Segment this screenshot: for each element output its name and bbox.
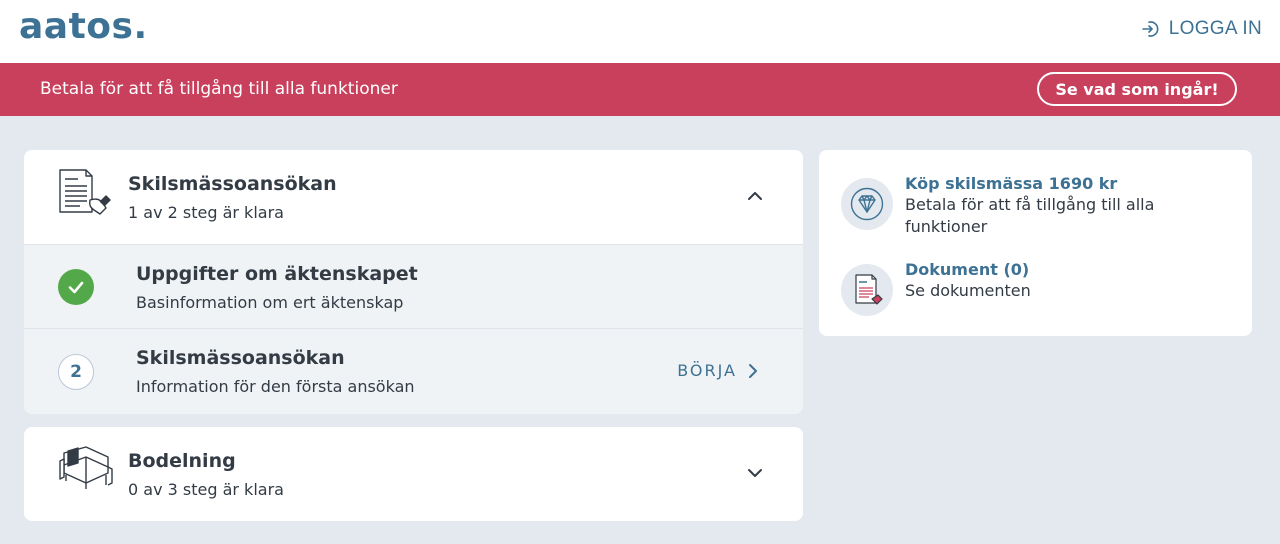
see-what-included-button[interactable]: Se vad som ingår! bbox=[1037, 72, 1237, 106]
login-button[interactable]: LOGGA IN bbox=[1141, 16, 1262, 42]
section-title: Bodelning bbox=[128, 450, 236, 472]
logo[interactable]: aatos. bbox=[19, 6, 148, 47]
section-header[interactable]: Bodelning 0 av 3 steg är klara bbox=[24, 427, 803, 521]
sidebar-item-subtitle: Se dokumenten bbox=[905, 281, 1031, 300]
login-icon bbox=[1141, 21, 1159, 37]
section-progress: 0 av 3 steg är klara bbox=[128, 480, 284, 499]
step-subtitle: Information för den första ansökan bbox=[136, 377, 415, 396]
sidebar-card: Köp skilsmässa 1690 kr Betala för att få… bbox=[819, 150, 1252, 336]
start-label: BÖRJA bbox=[677, 361, 737, 380]
chevron-down-icon[interactable] bbox=[747, 465, 763, 481]
sidebar-item-subtitle: Betala för att få tillgång till alla fun… bbox=[905, 195, 1155, 236]
chevron-up-icon[interactable] bbox=[747, 188, 763, 204]
top-bar: aatos. LOGGA IN bbox=[0, 0, 1280, 63]
sidebar-item-title: Dokument (0) bbox=[905, 260, 1030, 279]
section-header[interactable]: Skilsmässoansökan 1 av 2 steg är klara bbox=[24, 150, 803, 244]
sidebar-item-title: Köp skilsmässa 1690 kr bbox=[905, 174, 1118, 193]
document-hand-icon bbox=[59, 169, 111, 215]
step-row-divorce-application[interactable]: 2 Skilsmässoansökan Information för den … bbox=[24, 328, 803, 414]
step-title: Skilsmässoansökan bbox=[136, 347, 345, 369]
login-label: LOGGA IN bbox=[1168, 18, 1262, 39]
section-title: Skilsmässoansökan bbox=[128, 173, 337, 195]
check-icon bbox=[58, 269, 94, 305]
section-progress: 1 av 2 steg är klara bbox=[128, 203, 284, 222]
sofa-icon bbox=[59, 446, 113, 489]
sidebar-item-documents[interactable]: Dokument (0) Se dokumenten bbox=[839, 260, 1239, 316]
step-row-marriage-details[interactable]: Uppgifter om äktenskapet Basinformation … bbox=[24, 244, 803, 328]
step-subtitle: Basinformation om ert äktenskap bbox=[136, 293, 404, 312]
sidebar-item-buy[interactable]: Köp skilsmässa 1690 kr Betala för att få… bbox=[839, 174, 1239, 240]
document-icon bbox=[841, 264, 893, 316]
diamond-icon bbox=[841, 178, 893, 230]
step-title: Uppgifter om äktenskapet bbox=[136, 263, 418, 285]
chevron-right-icon bbox=[749, 363, 757, 378]
start-button[interactable]: BÖRJA bbox=[677, 361, 759, 380]
section-card-property-division: Bodelning 0 av 3 steg är klara bbox=[24, 427, 803, 521]
banner-text: Betala för att få tillgång till alla fun… bbox=[40, 79, 398, 99]
step-number-badge: 2 bbox=[58, 354, 94, 390]
section-card-divorce-application: Skilsmässoansökan 1 av 2 steg är klara U… bbox=[24, 150, 803, 414]
